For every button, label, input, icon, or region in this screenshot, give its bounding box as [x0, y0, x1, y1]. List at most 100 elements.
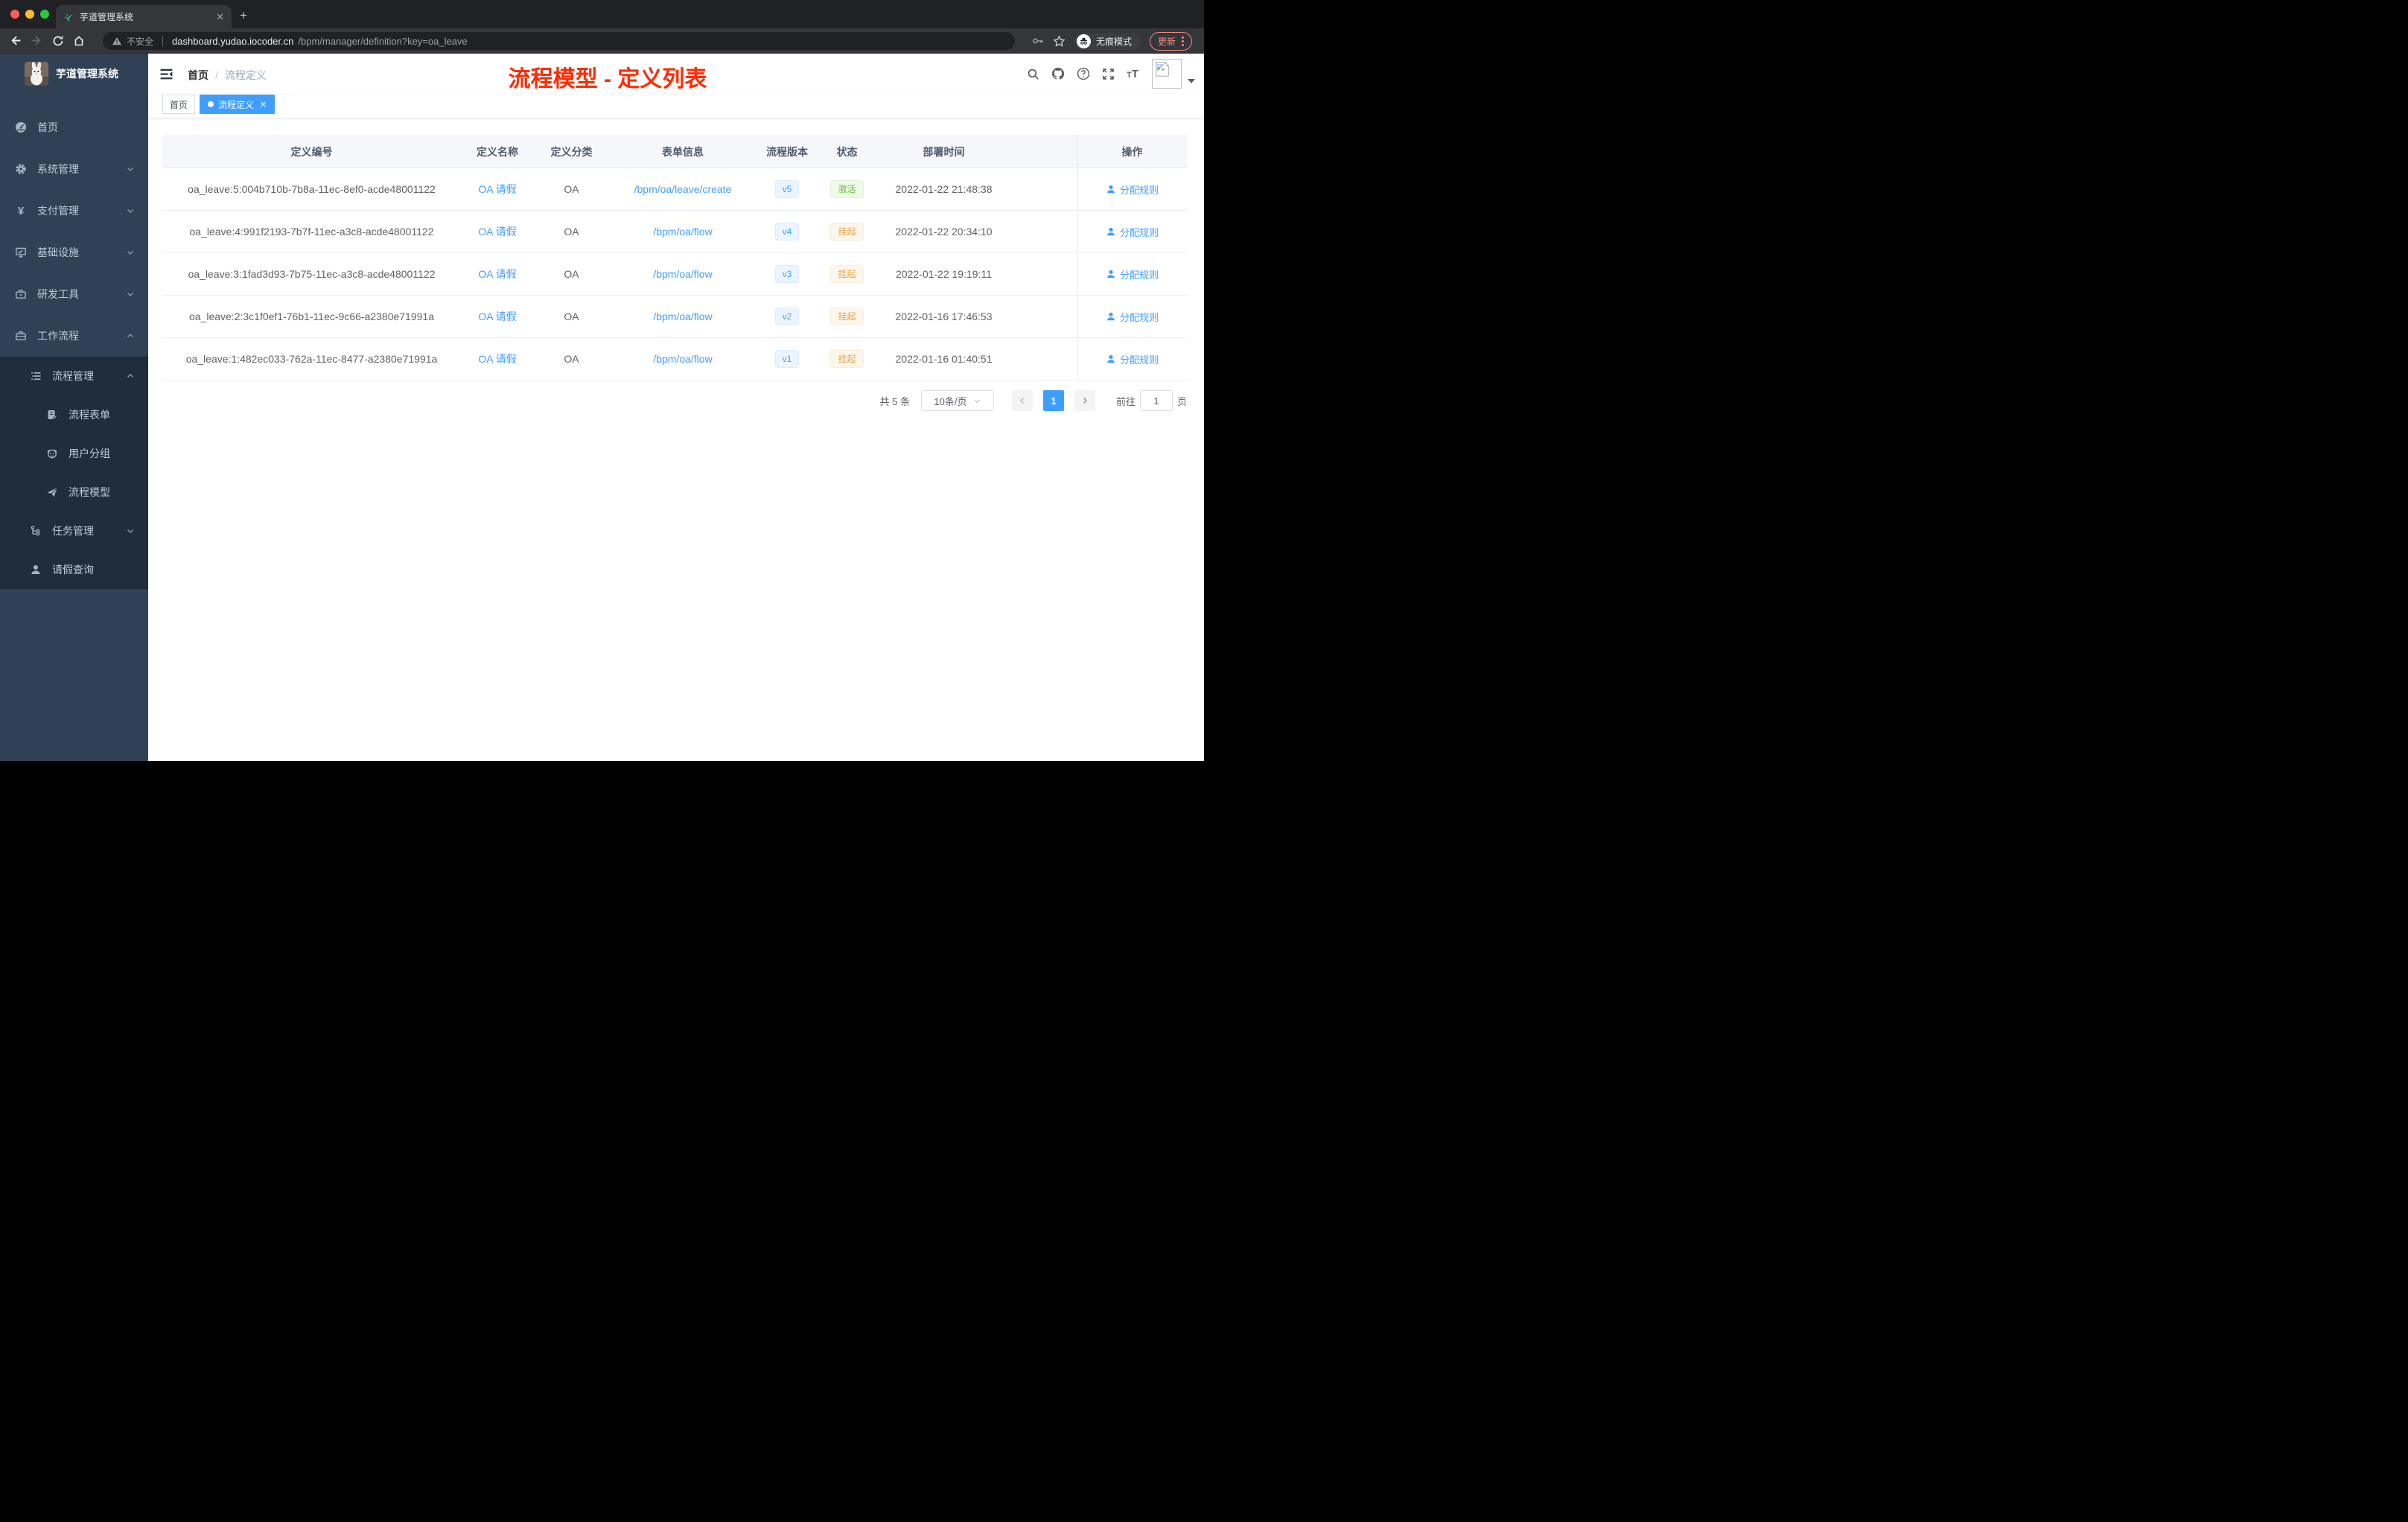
reload-icon[interactable]	[52, 35, 64, 47]
deploy-time: 2022-01-22 20:34:10	[895, 226, 993, 238]
monitor-icon	[15, 246, 27, 258]
definition-name-link[interactable]: OA 请假	[478, 267, 516, 281]
security-warning-icon	[112, 36, 122, 46]
sidebar-item-label: 流程表单	[69, 409, 110, 421]
bookmark-star-icon[interactable]	[1053, 34, 1066, 48]
browser-update-menu[interactable]: 更新	[1149, 31, 1192, 51]
definition-category: OA	[564, 353, 579, 365]
browser-tab[interactable]: 芋道管理系统 ✕	[56, 5, 232, 28]
search-icon[interactable]	[1027, 68, 1039, 80]
update-label: 更新	[1157, 36, 1176, 47]
next-page-button[interactable]	[1074, 390, 1095, 411]
sidebar-item-process-mgmt[interactable]: 流程管理	[0, 357, 148, 395]
sidebar-item-task-mgmt[interactable]: 任务管理	[0, 512, 148, 550]
assign-rule-link[interactable]: 分配规则	[1106, 225, 1159, 239]
status-badge: 挂起	[830, 265, 864, 283]
sidebar-item-label: 首页	[37, 121, 58, 133]
page-content: 定义编号 定义名称 定义分类 表单信息 流程版本 状态 部署时间 操作 oa_l…	[148, 135, 1204, 411]
tab-close-icon[interactable]: ✕	[216, 11, 224, 23]
form-link[interactable]: /bpm/oa/flow	[653, 311, 712, 322]
assign-rule-link[interactable]: 分配规则	[1106, 182, 1159, 197]
sidebar-item-home[interactable]: 首页	[0, 106, 148, 148]
definition-name-link[interactable]: OA 请假	[478, 309, 516, 324]
url-bar[interactable]: 不安全 dashboard.yudao.iocoder.cn/bpm/manag…	[103, 32, 1015, 50]
sidebar-item-process-form[interactable]: 流程表单	[0, 395, 148, 434]
definition-id: oa_leave:3:1fad3d93-7b75-11ec-a3c8-acde4…	[188, 268, 436, 280]
column-header-id: 定义编号	[290, 145, 333, 158]
home-icon[interactable]	[73, 35, 85, 47]
page-size-value: 10条/页	[934, 395, 967, 407]
definition-name-link[interactable]: OA 请假	[478, 182, 516, 197]
help-icon[interactable]	[1077, 67, 1090, 80]
tag-process-definition[interactable]: 流程定义 ✕	[200, 95, 275, 114]
user-icon	[1106, 227, 1115, 236]
sidebar-item-system[interactable]: 系统管理	[0, 148, 148, 190]
caret-down-icon[interactable]	[1188, 79, 1195, 83]
definition-id: oa_leave:2:3c1f0ef1-76b1-11ec-9c66-a2380…	[188, 311, 434, 322]
definition-name-link[interactable]: OA 请假	[478, 351, 516, 366]
paper-plane-icon	[46, 486, 58, 498]
form-link[interactable]: /bpm/oa/flow	[653, 268, 712, 280]
key-icon[interactable]	[1032, 35, 1044, 47]
chevron-down-icon	[126, 526, 135, 535]
sidebar-menu: 首页 系统管理 ¥ 支付管理 基础设施 研发工具 工作流程 流程管理 流程表单 …	[0, 106, 148, 589]
chevron-left-icon	[1019, 397, 1025, 404]
avatar[interactable]	[1152, 59, 1182, 89]
page-unit-label: 页	[1176, 395, 1187, 407]
version-badge: v2	[774, 308, 800, 325]
user-icon	[1106, 185, 1115, 194]
form-link[interactable]: /bpm/oa/flow	[653, 353, 712, 365]
window-zoom-button[interactable]	[40, 10, 49, 19]
definition-name-link[interactable]: OA 请假	[478, 224, 516, 239]
column-header-name: 定义名称	[477, 145, 518, 158]
tags-view-bar: 首页 流程定义 ✕	[148, 94, 1204, 118]
prev-page-button[interactable]	[1011, 390, 1033, 411]
page-size-select[interactable]: 10条/页	[920, 390, 994, 411]
tag-home[interactable]: 首页	[162, 95, 196, 114]
fullscreen-icon[interactable]	[1102, 68, 1115, 80]
goto-label: 前往	[1115, 395, 1135, 407]
sidebar-item-workflow[interactable]: 工作流程	[0, 315, 148, 357]
new-tab-button[interactable]: +	[240, 9, 247, 22]
sidebar-item-process-model[interactable]: 流程模型	[0, 473, 148, 512]
app-frame: 芋道管理系统 首页 系统管理 ¥ 支付管理 基础设施 研发工具 工作流程 流程管…	[0, 54, 1204, 761]
sidebar-item-label: 系统管理	[37, 163, 79, 175]
goto-page-input[interactable]	[1139, 390, 1173, 411]
sidebar-item-user-group[interactable]: 用户分组	[0, 434, 148, 473]
gear-icon	[15, 163, 27, 175]
definition-category: OA	[564, 311, 579, 322]
sidebar-logo[interactable]: 芋道管理系统	[0, 54, 148, 94]
sidebar: 芋道管理系统 首页 系统管理 ¥ 支付管理 基础设施 研发工具 工作流程 流程管…	[0, 54, 148, 761]
font-size-icon[interactable]: TT	[1127, 68, 1138, 80]
sidebar-item-devtools[interactable]: 研发工具	[0, 273, 148, 315]
form-link[interactable]: /bpm/oa/leave/create	[634, 183, 732, 195]
forward-icon[interactable]	[31, 34, 43, 47]
sidebar-item-infrastructure[interactable]: 基础设施	[0, 232, 148, 273]
sidebar-item-payment[interactable]: ¥ 支付管理	[0, 190, 148, 232]
url-host: dashboard.yudao.iocoder.cn	[172, 35, 294, 47]
favicon-plant-icon	[63, 12, 74, 22]
tag-close-icon[interactable]: ✕	[260, 100, 267, 109]
window-minimize-button[interactable]	[25, 10, 34, 19]
pagination-total: 共 5 条	[879, 395, 910, 407]
table-row: oa_leave:4:991f2193-7b7f-11ec-a3c8-acde4…	[162, 211, 1187, 253]
sidebar-item-label: 研发工具	[37, 288, 79, 300]
list-icon	[30, 370, 42, 382]
breadcrumb-home[interactable]: 首页	[188, 68, 208, 83]
definition-id: oa_leave:1:482ec033-762a-11ec-8477-a2380…	[185, 353, 438, 365]
assign-rule-link[interactable]: 分配规则	[1106, 267, 1159, 281]
assign-rule-link[interactable]: 分配规则	[1106, 310, 1159, 324]
definition-category: OA	[564, 183, 579, 195]
form-link[interactable]: /bpm/oa/flow	[653, 226, 712, 238]
table-header-row: 定义编号 定义名称 定义分类 表单信息 流程版本 状态 部署时间 操作	[162, 135, 1187, 168]
robot-face-icon	[46, 448, 58, 459]
tag-label: 流程定义	[218, 99, 255, 110]
sidebar-item-leave-query[interactable]: 请假查询	[0, 550, 148, 589]
current-page-button[interactable]: 1	[1042, 390, 1064, 411]
assign-rule-link[interactable]: 分配规则	[1106, 352, 1159, 366]
hamburger-icon[interactable]	[159, 67, 173, 81]
github-icon[interactable]	[1051, 67, 1065, 80]
back-icon[interactable]	[9, 34, 22, 47]
yen-icon: ¥	[17, 204, 25, 217]
window-close-button[interactable]	[10, 10, 19, 19]
